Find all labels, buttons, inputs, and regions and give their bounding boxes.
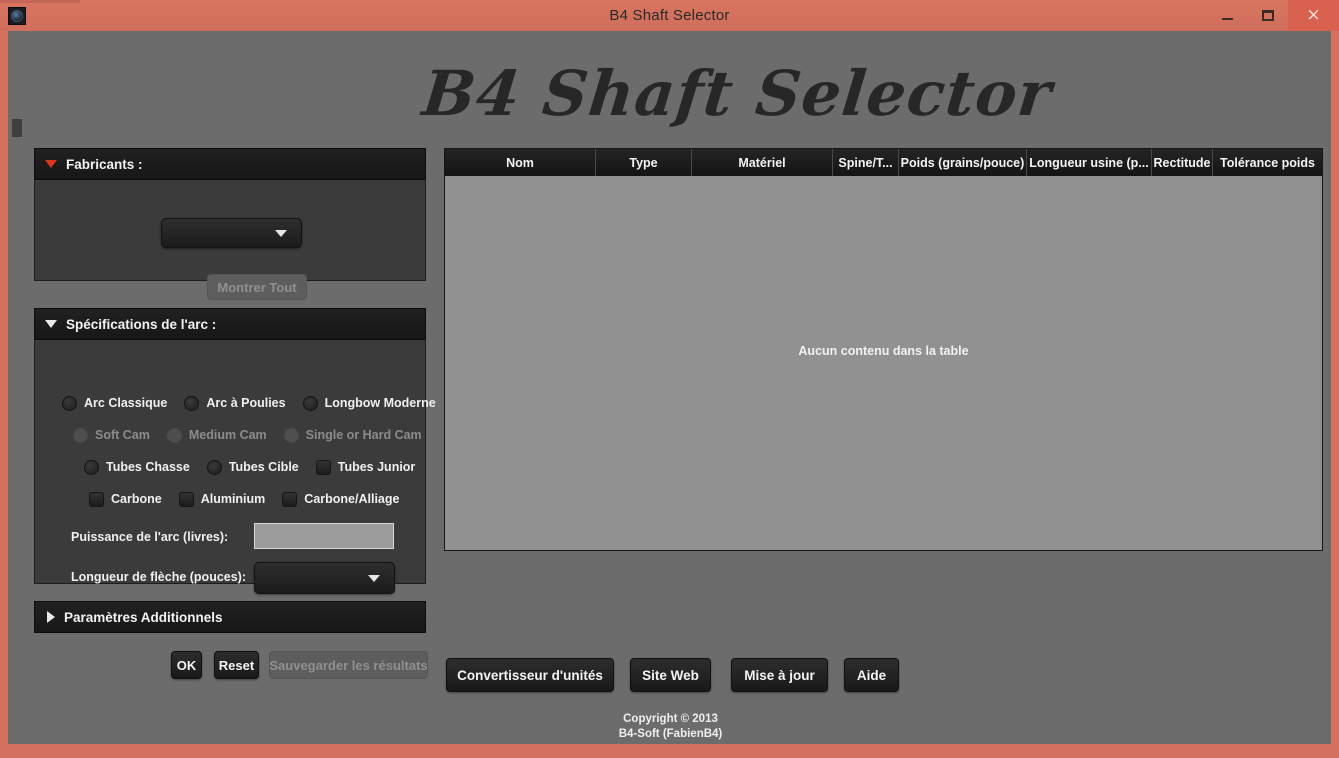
radio-icon [206, 459, 222, 475]
table-header-row: Nom Type Matériel Spine/T... Poids (grains/p… [445, 149, 1322, 176]
panel-additional-header[interactable]: Paramètres Additionnels [34, 601, 426, 633]
website-button[interactable]: Site Web [630, 658, 711, 692]
close-button[interactable]: × [1288, 0, 1339, 31]
radio-tubes-junior[interactable]: Tubes Junior [315, 459, 416, 475]
logo-accent-mark [12, 119, 22, 137]
radio-tubes-cible[interactable]: Tubes Cible [206, 459, 299, 475]
results-table: Nom Type Matériel Spine/T... Poids (grains/p… [444, 148, 1323, 551]
table-body[interactable]: Aucun contenu dans la table [445, 176, 1322, 550]
table-column-header[interactable]: Tolérance poids [1213, 149, 1322, 176]
maximize-button[interactable] [1248, 0, 1288, 31]
radio-icon [283, 427, 299, 443]
window-title: B4 Shaft Selector [609, 7, 730, 24]
unit-converter-button[interactable]: Convertisseur d'unités [446, 658, 614, 692]
panel-fabricants: Fabricants : Montrer Tout [34, 148, 426, 300]
radio-single-or-hard-cam: Single or Hard Cam [283, 427, 422, 443]
radio-soft-cam: Soft Cam [73, 427, 150, 443]
panel-fabricants-header[interactable]: Fabricants : [34, 148, 426, 180]
checkbox-icon [89, 491, 104, 507]
table-column-header[interactable]: Rectitude [1152, 149, 1213, 176]
minimize-button[interactable] [1207, 0, 1247, 31]
copyright-line-1: Copyright © 2013 [623, 713, 718, 725]
arrow-length-label: Longueur de flèche (pouces): [71, 570, 247, 584]
checkbox-label: Aluminium [200, 492, 266, 506]
panel-specs-title: Spécifications de l'arc : [66, 316, 217, 332]
radio-icon [73, 427, 88, 443]
radio-icon [62, 395, 77, 411]
radio-icon [302, 395, 318, 411]
radio-label: Tubes Cible [228, 460, 299, 474]
radio-label: Tubes Junior [337, 460, 416, 474]
checkbox-carbone-alliage[interactable]: Carbone/Alliage [282, 491, 400, 507]
help-button[interactable]: Aide [844, 658, 899, 692]
table-column-header[interactable]: Matériel [692, 149, 833, 176]
table-column-header[interactable]: Type [596, 149, 692, 176]
chevron-down-icon [45, 320, 57, 328]
panel-specs-header[interactable]: Spécifications de l'arc : [34, 308, 426, 340]
bow-type-radio-group: Arc Classique Arc à Poulies Longbow Mode… [62, 392, 436, 414]
save-results-button[interactable]: Sauvegarder les résultats [269, 651, 428, 679]
panel-bow-specifications: Spécifications de l'arc : Arc Classique … [34, 308, 436, 594]
close-icon: × [1306, 5, 1321, 25]
bow-power-label: Puissance de l'arc (livres): [71, 530, 229, 544]
radio-label: Arc Classique [84, 396, 168, 410]
panel-specs-body: Arc Classique Arc à Poulies Longbow Mode… [34, 340, 436, 594]
checkbox-icon [315, 459, 331, 475]
manufacturer-select[interactable] [161, 218, 302, 248]
radio-label: Single or Hard Cam [305, 428, 422, 442]
radio-label: Medium Cam [188, 428, 267, 442]
radio-icon [184, 395, 200, 411]
copyright-notice: Copyright © 2013 B4-Soft (FabienB4) [568, 712, 773, 742]
minimize-icon [1221, 18, 1233, 20]
client-area: B4 Shaft Selector Fabricants : Montrer T… [8, 31, 1331, 744]
chevron-down-icon [275, 230, 287, 237]
chevron-down-icon [368, 575, 380, 582]
table-column-header[interactable]: Longueur usine (p... [1027, 149, 1152, 176]
checkbox-aluminium[interactable]: Aluminium [178, 491, 266, 507]
checkbox-icon [282, 491, 298, 507]
cam-type-radio-group: Soft Cam Medium Cam Single or Hard Cam [73, 424, 422, 446]
material-checkbox-group: Carbone Aluminium Carbone/Alliage [89, 488, 399, 510]
panel-fabricants-title: Fabricants : [66, 156, 143, 172]
title-bar: B4 Shaft Selector × [0, 0, 1339, 31]
copyright-line-2: B4-Soft (FabienB4) [618, 728, 723, 740]
table-column-header[interactable]: Nom [445, 149, 596, 176]
radio-arc-a-poulies[interactable]: Arc à Poulies [184, 395, 286, 411]
radio-label: Soft Cam [95, 428, 150, 442]
radio-arc-classique[interactable]: Arc Classique [62, 395, 168, 411]
maximize-icon [1262, 10, 1274, 21]
radio-longbow-moderne[interactable]: Longbow Moderne [302, 395, 436, 411]
bow-power-input[interactable] [254, 523, 394, 549]
panel-fabricants-body: Montrer Tout [34, 180, 426, 300]
checkbox-label: Carbone/Alliage [304, 492, 400, 506]
checkbox-icon [178, 491, 194, 507]
update-button[interactable]: Mise à jour [731, 658, 828, 692]
ok-button[interactable]: OK [171, 651, 202, 679]
reset-button[interactable]: Reset [214, 651, 259, 679]
radio-medium-cam: Medium Cam [166, 427, 267, 443]
arrow-length-select[interactable] [254, 562, 395, 594]
show-all-button[interactable]: Montrer Tout [207, 274, 307, 300]
radio-icon [166, 427, 182, 443]
table-empty-message: Aucun contenu dans la table [798, 344, 969, 359]
tube-type-radio-group: Tubes Chasse Tubes Cible Tubes Junior [84, 456, 415, 478]
radio-tubes-chasse[interactable]: Tubes Chasse [84, 459, 190, 475]
table-column-header[interactable]: Poids (grains/pouce) [899, 149, 1027, 176]
application-window: B4 Shaft Selector × B4 Shaft Selector Fa… [0, 0, 1339, 758]
chevron-right-icon [47, 611, 55, 623]
checkbox-carbone[interactable]: Carbone [89, 491, 162, 507]
radio-label: Arc à Poulies [206, 396, 286, 410]
chevron-down-icon [45, 160, 57, 168]
checkbox-label: Carbone [111, 492, 162, 506]
radio-label: Tubes Chasse [106, 460, 190, 474]
table-column-header[interactable]: Spine/T... [833, 149, 899, 176]
radio-icon [84, 459, 99, 475]
app-logo: B4 Shaft Selector [419, 57, 1056, 130]
radio-label: Longbow Moderne [324, 396, 436, 410]
panel-additional-title: Paramètres Additionnels [64, 609, 223, 625]
panel-additional-parameters: Paramètres Additionnels [34, 601, 426, 633]
